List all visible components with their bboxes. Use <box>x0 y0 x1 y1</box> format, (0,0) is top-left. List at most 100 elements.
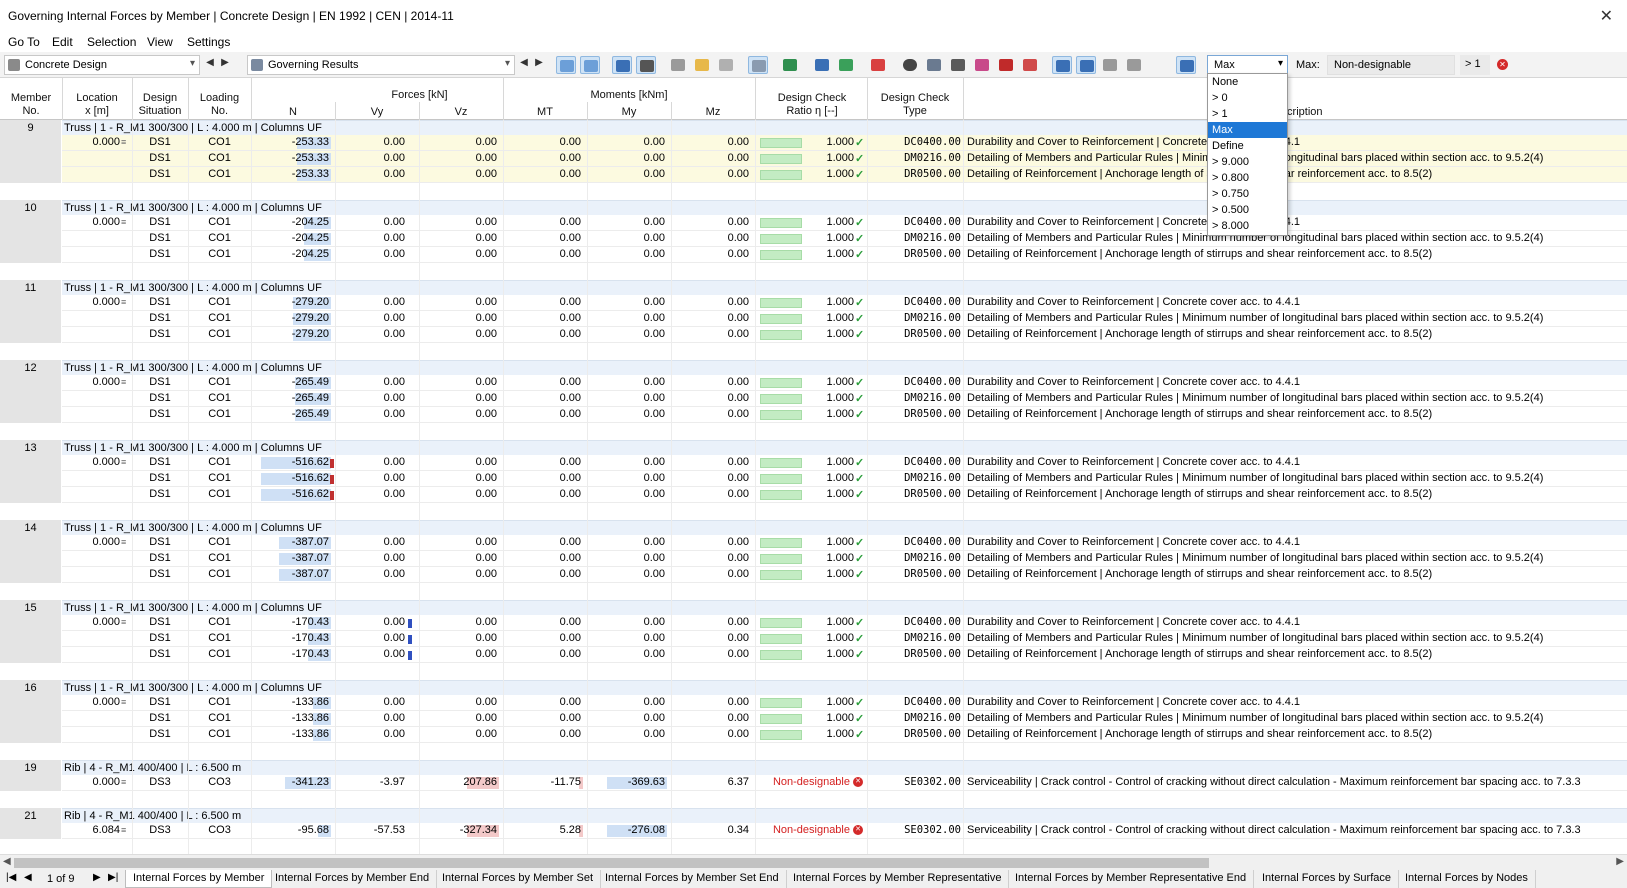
error-filter-button[interactable] <box>996 56 1016 74</box>
table-row[interactable]: 0.000 DS1 CO1 -387.07 0.00 0.00 0.00 0.00 0.00 ≡ 1… <box>62 535 1627 551</box>
table-row[interactable]: DS1 CO1 -387.07 0.00 0.00 0.00 0.00 0.00 1.000 ✓ D… <box>62 551 1627 567</box>
table-row[interactable]: DS1 CO1 -279.20 0.00 0.00 0.00 0.00 0.00 1.000 ✓ D… <box>62 327 1627 343</box>
color-scale-button[interactable] <box>972 56 992 74</box>
dropdown-option[interactable]: Define <box>1208 138 1287 154</box>
flip-button[interactable] <box>1020 56 1040 74</box>
clear-filter-icon[interactable]: ✕ <box>1497 59 1508 70</box>
member-group-header[interactable]: Truss | 1 - R_M1 300/300 | L : 4.000 m |… <box>62 200 1627 215</box>
filter-design-button[interactable] <box>1076 56 1096 74</box>
menu-view[interactable]: View <box>147 35 173 49</box>
next-result-icon[interactable]: ▶ <box>532 57 546 68</box>
table-row[interactable]: 0.000 DS1 CO1 -265.49 0.00 0.00 0.00 0.00 0.00 ≡ 1… <box>62 375 1627 391</box>
last-page-icon[interactable]: ▶| <box>108 872 118 883</box>
filter-value-select[interactable]: Max ▾ <box>1207 55 1288 75</box>
info-button[interactable] <box>900 56 920 74</box>
table-row[interactable]: 0.000 DS1 CO1 -204.25 0.00 0.00 0.00 0.00 0.00 ≡ 1… <box>62 215 1627 231</box>
member-group-header[interactable]: Truss | 1 - R_M1 300/300 | L : 4.000 m |… <box>62 360 1627 375</box>
filter-dropdown-list[interactable]: None > 0 > 1 Max Define > 9.000 > 0.800 > 0.750… <box>1207 73 1288 236</box>
table-row[interactable]: 6.084 DS3 CO3 -95.68 -57.53 -327.34 5.28 -276.0… <box>62 823 1627 839</box>
show-values-button[interactable] <box>636 56 656 74</box>
tab-internal-forces-by-nodes[interactable]: Internal Forces by Nodes <box>1398 870 1536 888</box>
member-group-header[interactable]: Truss | 1 - R_M1 300/300 | L : 4.000 m |… <box>62 120 1627 135</box>
dropdown-option[interactable]: > 0 <box>1208 90 1287 106</box>
filter-max-button[interactable] <box>1176 56 1196 74</box>
next-page-icon[interactable]: ▶ <box>93 872 101 883</box>
table-row[interactable]: 0.000 DS1 CO1 -279.20 0.00 0.00 0.00 0.00 0.00 ≡ 1… <box>62 295 1627 311</box>
status-filter-field[interactable]: Non-designable <box>1327 55 1455 75</box>
member-group-header[interactable]: Truss | 1 - R_M1 300/300 | L : 4.000 m |… <box>62 440 1627 455</box>
dropdown-option[interactable]: > 1 <box>1208 106 1287 122</box>
prev-page-icon[interactable]: ◀ <box>24 872 32 883</box>
dimension-button[interactable] <box>948 56 968 74</box>
dropdown-option[interactable]: > 0.500 <box>1208 202 1287 218</box>
dropdown-option[interactable]: None <box>1208 74 1287 90</box>
close-icon[interactable]: ✕ <box>1600 6 1613 26</box>
member-group-header[interactable]: Rib | 4 - R_M1 400/400 | L : 6.500 m <box>62 808 1627 823</box>
tab-internal-forces-by-member-representative[interactable]: Internal Forces by Member Representative <box>786 870 1010 888</box>
scroll-left-icon[interactable]: ◀ <box>3 856 11 867</box>
tab-internal-forces-by-member-representative-end[interactable]: Internal Forces by Member Representative… <box>1008 870 1255 888</box>
first-page-icon[interactable]: |◀ <box>6 872 16 883</box>
select-multiple-button[interactable] <box>580 56 600 74</box>
table-row[interactable]: 0.000 DS1 CO1 -253.33 0.00 0.00 0.00 0.00 0.00 ≡ 1… <box>62 135 1627 151</box>
print-button[interactable] <box>716 56 736 74</box>
open-folder-button[interactable] <box>692 56 712 74</box>
find-button[interactable] <box>924 56 944 74</box>
table-row[interactable]: DS1 CO1 -516.62 0.00 0.00 0.00 0.00 0.00 1.000 ✓ D… <box>62 471 1627 487</box>
prev-result-icon[interactable]: ◀ <box>517 57 531 68</box>
show-result-button[interactable] <box>612 56 632 74</box>
horizontal-scrollbar[interactable]: ◀ ▶ <box>0 854 1627 870</box>
scrollbar-thumb[interactable] <box>14 858 1209 868</box>
dropdown-option[interactable]: Max <box>1208 122 1287 138</box>
menu-settings[interactable]: Settings <box>187 35 230 49</box>
member-group-header[interactable]: Truss | 1 - R_M1 300/300 | L : 4.000 m |… <box>62 680 1627 695</box>
export-excel-button[interactable] <box>780 56 800 74</box>
filter-active-button[interactable] <box>1052 56 1072 74</box>
next-module-icon[interactable]: ▶ <box>218 57 232 68</box>
table-row[interactable]: DS1 CO1 -279.20 0.00 0.00 0.00 0.00 0.00 1.000 ✓ D… <box>62 311 1627 327</box>
table-view-button[interactable] <box>668 56 688 74</box>
prev-module-icon[interactable]: ◀ <box>203 57 217 68</box>
member-group-header[interactable]: Rib | 4 - R_M1 400/400 | L : 6.500 m <box>62 760 1627 775</box>
table-row[interactable]: DS1 CO1 -265.49 0.00 0.00 0.00 0.00 0.00 1.000 ✓ D… <box>62 391 1627 407</box>
table-row[interactable]: DS1 CO1 -253.33 0.00 0.00 0.00 0.00 0.00 1.000 ✓ D… <box>62 151 1627 167</box>
table-row[interactable]: DS1 CO1 -170.43 0.00 0.00 0.00 0.00 0.00 1.000 ✓ D… <box>62 631 1627 647</box>
table-row[interactable]: DS1 CO1 -133.86 0.00 0.00 0.00 0.00 0.00 1.000 ✓ D… <box>62 711 1627 727</box>
filter-ratio-button[interactable] <box>1124 56 1144 74</box>
result-type-select[interactable]: Governing Results ▾ <box>247 55 515 75</box>
member-group-header[interactable]: Truss | 1 - R_M1 300/300 | L : 4.000 m |… <box>62 280 1627 295</box>
dropdown-option[interactable]: > 9.000 <box>1208 154 1287 170</box>
tab-internal-forces-by-member-end[interactable]: Internal Forces by Member End <box>268 870 438 888</box>
table-row[interactable]: DS1 CO1 -253.33 0.00 0.00 0.00 0.00 0.00 1.000 ✓ D… <box>62 167 1627 183</box>
table-row[interactable]: 0.000 DS1 CO1 -516.62 0.00 0.00 0.00 0.00 0.00 ≡ 1… <box>62 455 1627 471</box>
table-row[interactable]: DS1 CO1 -387.07 0.00 0.00 0.00 0.00 0.00 1.000 ✓ D… <box>62 567 1627 583</box>
columns-button[interactable] <box>748 56 768 74</box>
table-row[interactable]: DS1 CO1 -170.43 0.00 0.00 0.00 0.00 0.00 1.000 ✓ D… <box>62 647 1627 663</box>
tab-internal-forces-by-member-set-end[interactable]: Internal Forces by Member Set End <box>598 870 787 888</box>
member-group-header[interactable]: Truss | 1 - R_M1 300/300 | L : 4.000 m |… <box>62 600 1627 615</box>
tab-internal-forces-by-surface[interactable]: Internal Forces by Surface <box>1255 870 1400 888</box>
filter-button[interactable] <box>812 56 832 74</box>
table-row[interactable]: DS1 CO1 -204.25 0.00 0.00 0.00 0.00 0.00 1.000 ✓ D… <box>62 247 1627 263</box>
dropdown-option[interactable]: > 0.750 <box>1208 186 1287 202</box>
filter-clear-button[interactable] <box>1100 56 1120 74</box>
tab-internal-forces-by-member-set[interactable]: Internal Forces by Member Set <box>435 870 602 888</box>
decimal-button[interactable] <box>836 56 856 74</box>
tab-internal-forces-by-member[interactable]: Internal Forces by Member <box>125 870 273 888</box>
menu-goto[interactable]: Go To <box>8 35 40 49</box>
ratio-filter-field[interactable]: > 1 <box>1460 55 1490 75</box>
dropdown-option[interactable]: > 0.800 <box>1208 170 1287 186</box>
select-member-button[interactable] <box>556 56 576 74</box>
table-row[interactable]: DS1 CO1 -204.25 0.00 0.00 0.00 0.00 0.00 1.000 ✓ D… <box>62 231 1627 247</box>
table-row[interactable]: DS1 CO1 -265.49 0.00 0.00 0.00 0.00 0.00 1.000 ✓ D… <box>62 407 1627 423</box>
table-row[interactable]: DS1 CO1 -516.62 0.00 0.00 0.00 0.00 0.00 1.000 ✓ D… <box>62 487 1627 503</box>
clear-selection-button[interactable] <box>868 56 888 74</box>
scroll-right-icon[interactable]: ▶ <box>1616 856 1624 867</box>
table-row[interactable]: 0.000 DS1 CO1 -133.86 0.00 0.00 0.00 0.00 0.00 ≡ 1… <box>62 695 1627 711</box>
member-group-header[interactable]: Truss | 1 - R_M1 300/300 | L : 4.000 m |… <box>62 520 1627 535</box>
table-row[interactable]: 0.000 DS1 CO1 -170.43 0.00 0.00 0.00 0.00 0.00 ≡ 1… <box>62 615 1627 631</box>
menu-edit[interactable]: Edit <box>52 35 73 49</box>
module-select[interactable]: Concrete Design ▾ <box>4 55 200 75</box>
dropdown-option[interactable]: > 8.000 <box>1208 218 1287 234</box>
menu-selection[interactable]: Selection <box>87 35 136 49</box>
